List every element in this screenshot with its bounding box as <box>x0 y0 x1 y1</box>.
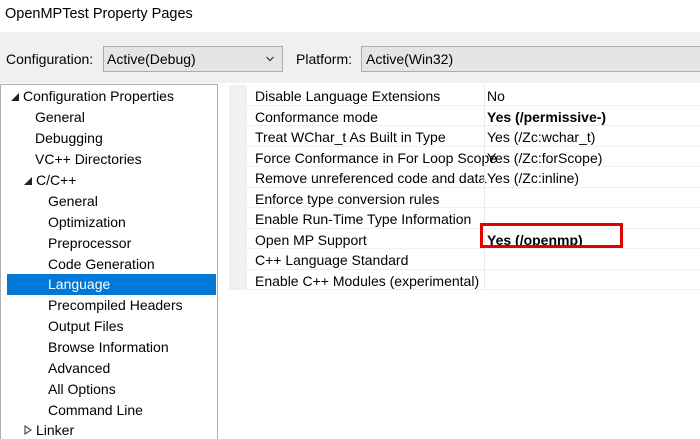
row-gutter <box>229 208 247 228</box>
window-title: OpenMPTest Property Pages <box>5 6 193 22</box>
chevron-down-icon <box>266 56 274 62</box>
property-name: Conformance mode <box>255 108 378 125</box>
tree-item-language[interactable]: Language <box>7 274 216 295</box>
row-gutter <box>229 105 247 125</box>
property-name: Disable Language Extensions <box>255 88 441 104</box>
property-value[interactable]: Yes (/Zc:forScope) <box>487 150 602 166</box>
property-name: Force Conformance in For Loop Scope <box>255 149 498 166</box>
tree-item-label: VC++ Directories <box>35 151 142 167</box>
platform-dropdown[interactable]: Active(Win32) <box>361 46 700 72</box>
property-name: C++ Language Standard <box>255 252 409 268</box>
tree-item-preprocessor[interactable]: Preprocessor <box>1 233 217 254</box>
property-row-treat-wchar[interactable]: Treat WChar_t As Built in Type Yes (/Zc:… <box>229 126 700 147</box>
property-tree: Configuration Properties General Debuggi… <box>0 84 218 439</box>
property-value[interactable]: Yes (/Zc:wchar_t) <box>487 129 595 145</box>
tree-item-label: Browse Information <box>48 339 169 355</box>
tree-item-debugging[interactable]: Debugging <box>1 128 217 149</box>
tree-item-label: General <box>35 109 85 125</box>
tree-item-all-options[interactable]: All Options <box>1 379 217 400</box>
expanded-arrow-icon[interactable] <box>23 176 33 186</box>
row-gutter <box>229 167 247 187</box>
tree-item-vc-directories[interactable]: VC++ Directories <box>1 149 217 170</box>
tree-item-code-generation[interactable]: Code Generation <box>1 254 217 275</box>
tree-item-precompiled-headers[interactable]: Precompiled Headers <box>1 295 217 316</box>
column-divider <box>484 105 485 125</box>
tree-item-label: Precompiled Headers <box>48 297 183 313</box>
platform-label: Platform: <box>296 51 353 67</box>
expanded-arrow-icon[interactable] <box>10 92 20 102</box>
configuration-value: Active(Debug) <box>107 51 196 67</box>
tree-item-label: Code Generation <box>48 256 155 272</box>
tree-item-cpp-general[interactable]: General <box>1 191 217 212</box>
property-name: Enforce type conversion rules <box>255 190 440 207</box>
tree-item-c-cpp[interactable]: C/C++ <box>1 170 217 191</box>
tree-item-advanced[interactable]: Advanced <box>1 358 217 379</box>
property-grid: Disable Language Extensions No Conforman… <box>229 84 700 439</box>
tree-item-optimization[interactable]: Optimization <box>1 212 217 233</box>
property-row-conformance-mode[interactable]: Conformance mode Yes (/permissive-) <box>229 105 700 126</box>
platform-value: Active(Win32) <box>366 51 454 67</box>
column-divider <box>484 269 485 289</box>
title-bar: OpenMPTest Property Pages <box>0 0 700 32</box>
column-divider <box>484 167 485 187</box>
tree-item-configuration-properties[interactable]: Configuration Properties <box>1 86 217 107</box>
property-value[interactable]: No <box>487 88 505 104</box>
property-name: Open MP Support <box>255 231 367 248</box>
tree-item-label: C/C++ <box>36 172 77 188</box>
property-row-remove-unreferenced[interactable]: Remove unreferenced code and data Yes (/… <box>229 167 700 188</box>
tree-item-label: Command Line <box>48 402 143 418</box>
tree-item-label: All Options <box>48 381 116 397</box>
row-gutter <box>229 269 247 289</box>
property-value[interactable]: Yes (/permissive-) <box>487 109 606 125</box>
openmp-highlight-box <box>480 223 623 248</box>
tree-item-label: Optimization <box>48 214 126 230</box>
tree-item-label: General <box>48 193 98 209</box>
collapsed-arrow-icon[interactable] <box>23 425 33 435</box>
tree-item-linker[interactable]: Linker <box>1 420 217 439</box>
tree-item-browse-information[interactable]: Browse Information <box>1 337 217 358</box>
configuration-label: Configuration: <box>6 51 94 67</box>
tree-item-label: Linker <box>36 422 75 438</box>
row-gutter <box>229 187 247 207</box>
property-name: Remove unreferenced code and data <box>255 170 487 186</box>
column-divider <box>484 249 485 269</box>
property-row-enable-rtti[interactable]: Enable Run-Time Type Information <box>229 208 700 229</box>
property-row-cpp-language-standard[interactable]: C++ Language Standard <box>229 249 700 270</box>
row-gutter <box>229 146 247 166</box>
row-gutter <box>229 228 247 248</box>
row-gutter <box>229 249 247 269</box>
property-name: Enable Run-Time Type Information <box>255 211 472 227</box>
tree-item-general[interactable]: General <box>1 107 217 128</box>
property-name: Enable C++ Modules (experimental) <box>255 272 480 289</box>
configuration-dropdown[interactable]: Active(Debug) <box>103 46 283 72</box>
property-row-force-conformance[interactable]: Force Conformance in For Loop Scope Yes … <box>229 146 700 167</box>
property-name: Treat WChar_t As Built in Type <box>255 129 446 145</box>
tree-item-label: Configuration Properties <box>23 88 174 104</box>
property-row-enable-cpp-modules[interactable]: Enable C++ Modules (experimental) <box>229 269 700 290</box>
column-divider <box>484 85 485 105</box>
row-gutter <box>229 85 247 105</box>
property-row-enforce-type-conversion[interactable]: Enforce type conversion rules <box>229 187 700 208</box>
tree-item-command-line[interactable]: Command Line <box>1 400 217 421</box>
column-divider <box>484 126 485 146</box>
property-row-open-mp-support[interactable]: Open MP Support Yes (/openmp) <box>229 228 700 249</box>
tree-item-label: Output Files <box>48 318 124 334</box>
tree-item-label: Advanced <box>48 360 111 376</box>
tree-item-label: Preprocessor <box>48 235 132 251</box>
row-gutter <box>229 126 247 146</box>
column-divider <box>484 187 485 207</box>
tree-item-label: Debugging <box>35 130 103 146</box>
property-row-disable-language-extensions[interactable]: Disable Language Extensions No <box>229 85 700 106</box>
column-divider <box>484 146 485 166</box>
property-value[interactable]: Yes (/Zc:inline) <box>487 170 579 186</box>
tree-item-output-files[interactable]: Output Files <box>1 316 217 337</box>
tree-item-label: Language <box>48 276 111 292</box>
